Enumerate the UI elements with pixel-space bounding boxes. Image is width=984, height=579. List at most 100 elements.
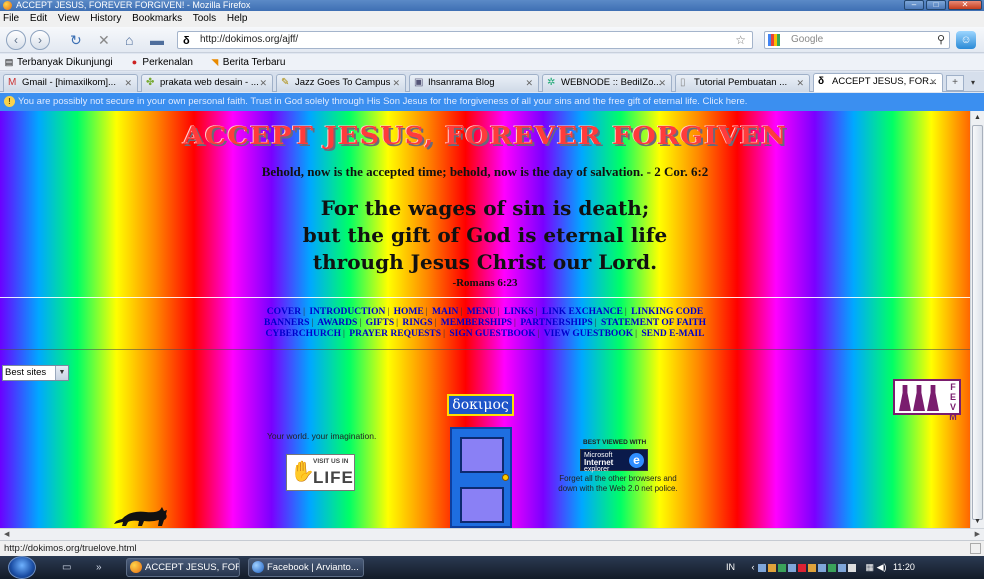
- tab-tutorial[interactable]: ▯ Tutorial Pembuatan ... ✕: [675, 74, 810, 92]
- link-linking-code[interactable]: LINKING CODE: [631, 307, 703, 317]
- menu-file[interactable]: File: [3, 13, 19, 24]
- tab-webnode[interactable]: ✲ WEBNODE :: BediIZo... ✕: [542, 74, 672, 92]
- link-main[interactable]: MAIN: [432, 307, 458, 317]
- link-menu[interactable]: MENU: [467, 307, 496, 317]
- menu-tools[interactable]: Tools: [193, 13, 216, 24]
- tab-close-icon[interactable]: ✕: [392, 75, 400, 91]
- tab-label: WEBNODE :: BediIZo...: [561, 77, 662, 88]
- menu-view[interactable]: View: [58, 13, 80, 24]
- close-button[interactable]: ✕: [948, 0, 982, 10]
- tray-icon[interactable]: [758, 563, 767, 572]
- tray-expand-icon[interactable]: ‹: [752, 562, 755, 572]
- forward-button[interactable]: ›: [30, 30, 50, 50]
- start-button[interactable]: [8, 556, 36, 579]
- link-prayer-requests[interactable]: PRAYER REQUESTS: [349, 329, 441, 339]
- bookmark-manager-icon[interactable]: ▬: [150, 32, 164, 48]
- url-bar[interactable]: δ http://dokimos.org/ajff/ ☆: [177, 31, 753, 49]
- tray-icon[interactable]: [788, 563, 797, 572]
- tray-icon[interactable]: [828, 563, 837, 572]
- search-input[interactable]: Google ⚲: [764, 31, 950, 49]
- tab-gmail[interactable]: M Gmail - [himaxilkom]... ✕: [3, 74, 138, 92]
- menu-edit[interactable]: Edit: [30, 13, 47, 24]
- reload-icon[interactable]: ↻: [70, 32, 82, 48]
- maximize-button[interactable]: □: [926, 0, 946, 10]
- tab-close-icon[interactable]: ✕: [658, 75, 666, 91]
- vertical-scrollbar[interactable]: ▲ ▼: [970, 111, 984, 528]
- addon-icon[interactable]: ☺: [956, 31, 976, 49]
- horizontal-scrollbar[interactable]: ◀ ▶: [0, 528, 984, 540]
- minimize-button[interactable]: –: [904, 0, 924, 10]
- task-facebook[interactable]: Facebook | Arvianto...: [248, 558, 364, 577]
- tray-icon[interactable]: [818, 563, 827, 572]
- tab-close-icon[interactable]: ✕: [259, 75, 267, 91]
- tray-icon[interactable]: [848, 563, 857, 572]
- scroll-thumb[interactable]: [972, 125, 983, 520]
- tab-close-icon[interactable]: ✕: [124, 75, 132, 91]
- new-tab-button[interactable]: +: [946, 75, 964, 91]
- menu-help[interactable]: Help: [227, 13, 248, 24]
- tab-close-icon[interactable]: ✕: [929, 74, 937, 90]
- bookmark-getting-started[interactable]: ● Perkenalan: [129, 57, 193, 68]
- tab-list-button[interactable]: ▾: [966, 75, 980, 91]
- bookmark-label: Perkenalan: [142, 57, 193, 68]
- link-links[interactable]: LINKS: [504, 307, 534, 317]
- tray-icon[interactable]: [808, 563, 817, 572]
- link-partnerships[interactable]: PARTNERSHIPS: [520, 318, 592, 328]
- link-cyberchurch[interactable]: CYBERCHURCH: [266, 329, 341, 339]
- resize-grip-icon[interactable]: [970, 543, 981, 554]
- show-desktop-icon[interactable]: ▭: [62, 562, 71, 573]
- link-banners[interactable]: BANNERS: [264, 318, 309, 328]
- status-bar: http://dokimos.org/truelove.html: [0, 540, 984, 556]
- link-home[interactable]: HOME: [394, 307, 424, 317]
- bookmark-star-icon[interactable]: ☆: [735, 32, 746, 48]
- best-sites-select[interactable]: Best sites ▼: [2, 365, 69, 381]
- tray-icon[interactable]: [768, 563, 777, 572]
- chevron-down-icon[interactable]: ▼: [55, 366, 68, 380]
- tab-close-icon[interactable]: ✕: [525, 75, 533, 91]
- ministry-logo[interactable]: F E V M: [893, 379, 961, 422]
- link-awards[interactable]: AWARDS: [317, 318, 357, 328]
- task-firefox[interactable]: ACCEPT JESUS, FOR...: [126, 558, 240, 577]
- clock[interactable]: 11:20: [893, 562, 915, 572]
- home-icon[interactable]: ⌂: [125, 32, 133, 48]
- bookmark-latest-news[interactable]: ◥ Berita Terbaru: [210, 57, 285, 68]
- google-icon[interactable]: [768, 34, 780, 46]
- link-link-exchange[interactable]: LINK EXCHANCE: [542, 307, 623, 317]
- ie-badge[interactable]: Microsoft Internet explorer e: [580, 449, 648, 473]
- door-image[interactable]: [450, 427, 512, 528]
- notification-bar[interactable]: ! You are possibly not secure in your ow…: [0, 93, 984, 111]
- tray-icon[interactable]: [778, 563, 787, 572]
- stop-icon[interactable]: ✕: [98, 32, 110, 48]
- link-statement-of-faith[interactable]: STATEMENT OF FAITH: [601, 318, 706, 328]
- tab-ihsanrama[interactable]: ▣ Ihsanrama Blog ✕: [409, 74, 539, 92]
- second-life-tagline: Your world. your imagination.: [267, 431, 377, 441]
- network-icon[interactable]: ▦: [866, 562, 875, 572]
- volume-icon[interactable]: ◀): [877, 562, 887, 572]
- link-introduction[interactable]: INTRODUCTION: [309, 307, 385, 317]
- tab-prakata[interactable]: ✤ prakata web desain - ... ✕: [141, 74, 273, 92]
- link-cover[interactable]: COVER: [267, 307, 301, 317]
- tray-icon[interactable]: [798, 563, 807, 572]
- back-button[interactable]: ‹: [6, 30, 26, 50]
- bookmark-most-visited[interactable]: ▤ Terbanyak Dikunjungi: [4, 57, 113, 68]
- link-memberships[interactable]: MEMBERSHIPS: [441, 318, 512, 328]
- dokimos-banner[interactable]: δοκιμος: [447, 394, 514, 416]
- quicklaunch-more-icon[interactable]: »: [96, 562, 102, 573]
- language-indicator[interactable]: IN: [726, 562, 735, 572]
- tab-accept-jesus[interactable]: δ ACCEPT JESUS, FOR... ✕: [813, 73, 943, 92]
- link-gifts[interactable]: GIFTS: [366, 318, 395, 328]
- scroll-down-icon[interactable]: ▼: [971, 515, 984, 528]
- tray-icon[interactable]: [838, 563, 847, 572]
- menu-bookmarks[interactable]: Bookmarks: [132, 13, 182, 24]
- navigation-toolbar: ‹ › ↻ ✕ ⌂ ▬ δ http://dokimos.org/ajff/ ☆…: [0, 27, 984, 53]
- link-rings[interactable]: RINGS: [402, 318, 432, 328]
- link-sign-guestbook[interactable]: SIGN GUESTBOOK: [449, 329, 535, 339]
- second-life-badge[interactable]: ✋ VISIT US IN LIFE: [286, 454, 355, 491]
- link-send-email[interactable]: SEND E-MAIL: [641, 329, 704, 339]
- menu-history[interactable]: History: [90, 13, 121, 24]
- tab-close-icon[interactable]: ✕: [796, 75, 804, 91]
- tab-jazz[interactable]: ✎ Jazz Goes To Campus ✕: [276, 74, 406, 92]
- scroll-up-icon[interactable]: ▲: [971, 111, 984, 124]
- link-view-guestbook[interactable]: VIEW GUESTBOOK: [544, 329, 633, 339]
- search-icon[interactable]: ⚲: [937, 32, 945, 48]
